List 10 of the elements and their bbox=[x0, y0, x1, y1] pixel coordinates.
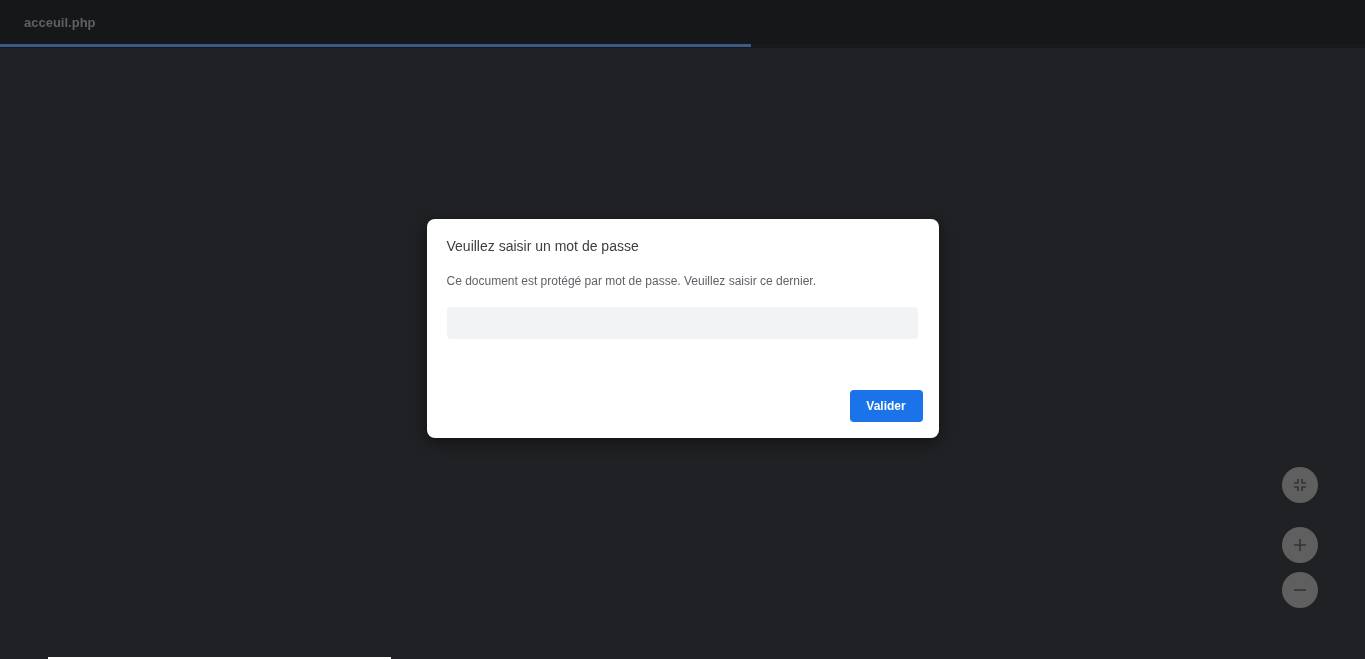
zoom-out-button[interactable] bbox=[1282, 572, 1318, 608]
dialog-message: Ce document est protégé par mot de passe. Veuillez saisir ce dernier. bbox=[446, 273, 818, 289]
zoom-in-button[interactable] bbox=[1282, 527, 1318, 563]
submit-button[interactable]: Valider bbox=[849, 390, 923, 422]
minus-icon bbox=[1294, 589, 1306, 591]
plus-icon bbox=[1294, 539, 1306, 551]
fit-to-page-button[interactable] bbox=[1282, 467, 1318, 503]
shrink-arrows-icon bbox=[1293, 478, 1307, 492]
document-title: acceuil.php bbox=[24, 15, 96, 29]
dialog-title: Veuillez saisir un mot de passe bbox=[446, 237, 640, 256]
